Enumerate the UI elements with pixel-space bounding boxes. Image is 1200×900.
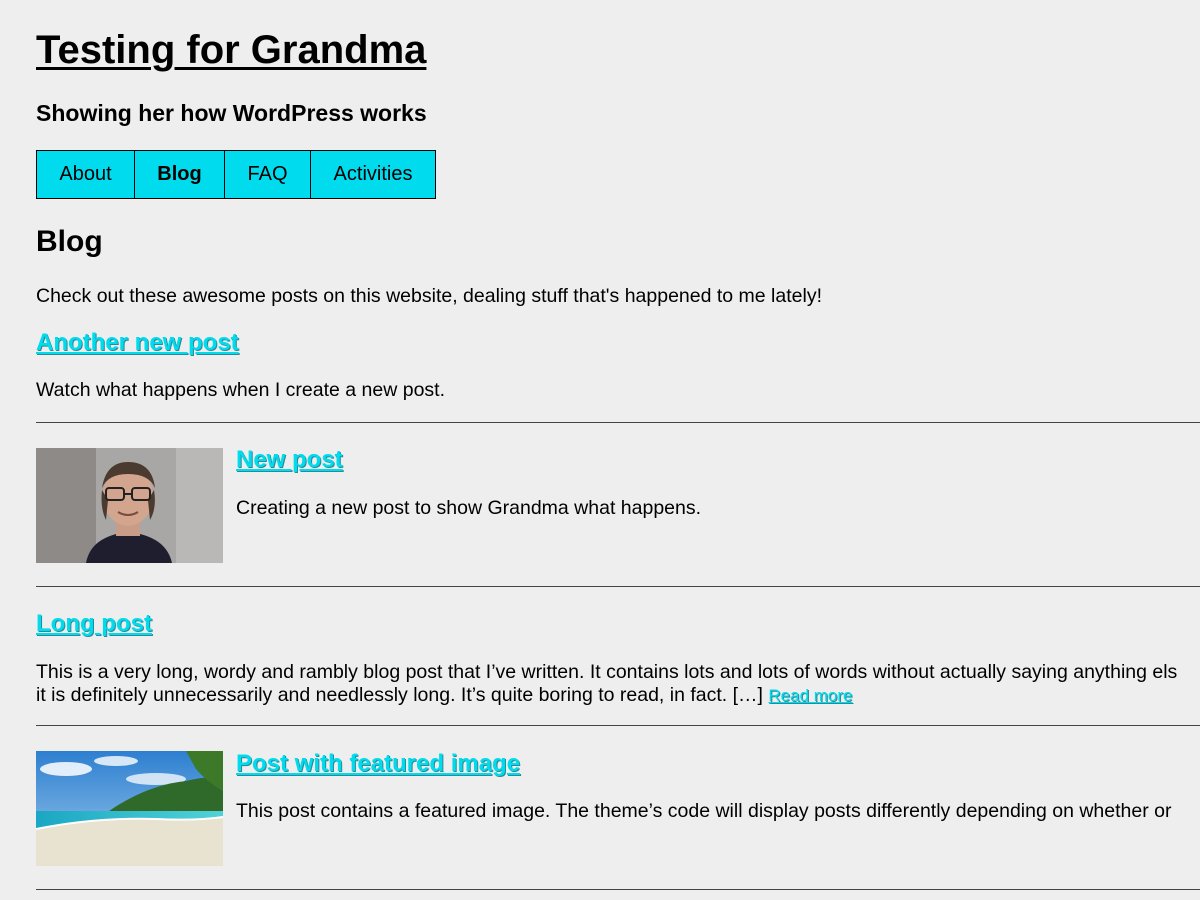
main-nav: About Blog FAQ Activities: [36, 150, 436, 199]
post-excerpt-line: it is definitely unnecessarily and needl…: [36, 684, 853, 707]
post-divider: [36, 586, 1200, 587]
post-thumbnail-beach[interactable]: [36, 751, 223, 866]
nav-item-blog[interactable]: Blog: [135, 151, 225, 198]
page: Testing for Grandma Showing her how Word…: [0, 0, 1200, 900]
nav-item-activities[interactable]: Activities: [311, 151, 435, 198]
post-excerpt: Watch what happens when I create a new p…: [36, 379, 446, 401]
post-title: Long post: [36, 609, 152, 639]
post-divider: [36, 422, 1200, 423]
post-title: Post with featured image: [236, 749, 520, 779]
page-heading: Blog: [36, 225, 103, 258]
post-excerpt-text: it is definitely unnecessarily and needl…: [36, 684, 763, 706]
site-title-link[interactable]: Testing for Grandma: [36, 28, 426, 72]
nav-item-faq[interactable]: FAQ: [225, 151, 311, 198]
post-divider: [36, 889, 1200, 890]
post-divider: [36, 725, 1200, 726]
post-title-link[interactable]: Long post: [36, 610, 152, 637]
portrait-photo-icon: [36, 448, 223, 563]
beach-photo-icon: [36, 751, 223, 866]
post-thumbnail-portrait[interactable]: [36, 448, 223, 563]
post-excerpt-line: This is a very long, wordy and rambly bl…: [36, 661, 1178, 683]
post-title-link[interactable]: New post: [236, 446, 343, 473]
post-title-link[interactable]: Post with featured image: [236, 750, 520, 777]
read-more-link[interactable]: Read more: [768, 686, 852, 705]
page-intro: Check out these awesome posts on this we…: [36, 285, 822, 307]
post-title-link[interactable]: Another new post: [36, 329, 239, 356]
post-excerpt: Creating a new post to show Grandma what…: [236, 497, 702, 519]
post-title: Another new post: [36, 328, 239, 358]
site-tagline: Showing her how WordPress works: [36, 100, 427, 126]
nav-item-about[interactable]: About: [37, 151, 135, 198]
post-excerpt: This post contains a featured image. The…: [236, 800, 1172, 822]
post-title: New post: [236, 445, 343, 475]
site-title: Testing for Grandma: [36, 24, 426, 76]
